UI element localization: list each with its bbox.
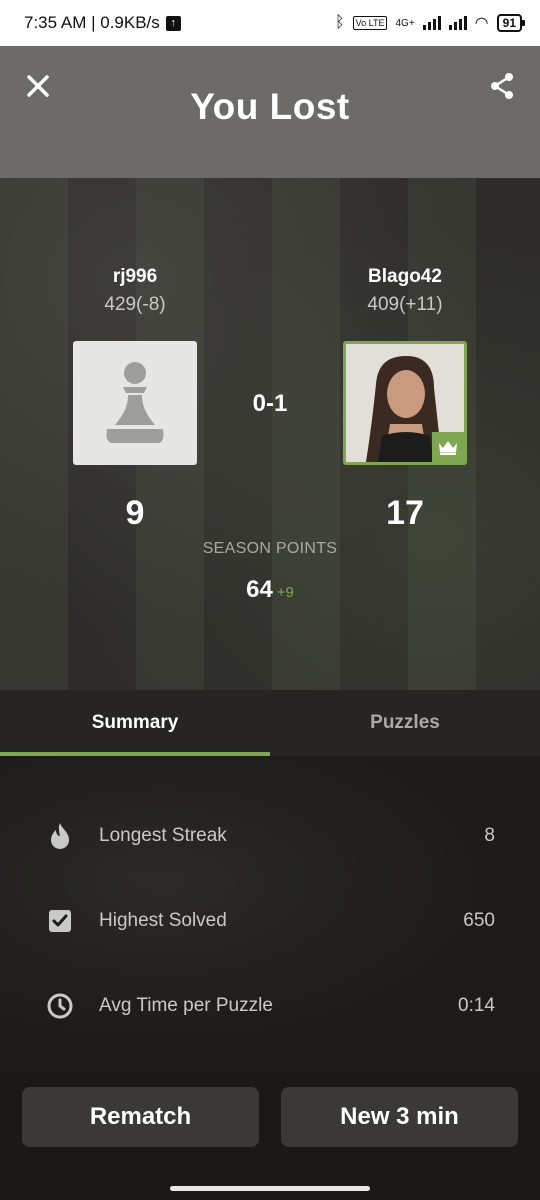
new-game-button[interactable]: New 3 min: [281, 1087, 518, 1147]
pawn-icon: [106, 362, 164, 443]
battery-indicator: 91: [496, 14, 526, 32]
player-right-avatar[interactable]: [343, 341, 467, 465]
status-right: ᛒ Vo LTE 4G+ ◠ 91: [335, 13, 526, 33]
player-right: Blago42 409(+11): [305, 266, 505, 316]
tab-puzzles[interactable]: Puzzles: [270, 690, 540, 756]
player-right-season-points: 17: [386, 494, 424, 532]
home-indicator[interactable]: [170, 1186, 370, 1191]
player-right-name: Blago42: [368, 266, 442, 287]
player-left-season-points: 9: [125, 494, 145, 532]
result-panel: rj996 429(-8) Blago42 409(+11) 0-1 9 17 …: [0, 178, 540, 690]
signal-icon-2: [448, 16, 467, 30]
player-left-name: rj996: [112, 266, 158, 287]
status-left: 7:35 AM | 0.9KB/s ↑: [24, 13, 181, 33]
season-points-total: 64 +9: [0, 576, 540, 604]
wifi-icon: ◠: [474, 15, 489, 32]
volte-badge: Vo LTE: [352, 16, 388, 30]
checkbox-icon: [46, 907, 74, 935]
stat-row-highest-solved: Highest Solved 650: [0, 899, 540, 943]
player-right-rating: 409(+11): [367, 294, 443, 315]
summary-stats: Longest Streak 8 Highest Solved 650 Avg …: [0, 756, 540, 1070]
crown-badge: [432, 432, 464, 462]
result-header: You Lost: [0, 46, 540, 178]
stat-value: 8: [484, 825, 495, 846]
flame-icon: [46, 822, 74, 850]
tab-summary[interactable]: Summary: [0, 690, 270, 756]
network-label: 4G+: [395, 17, 415, 29]
stat-label: Longest Streak: [99, 825, 227, 846]
player-left-rating: 429(-8): [104, 294, 166, 315]
season-total-value: 64: [246, 576, 273, 603]
result-tabs: Summary Puzzles: [0, 690, 540, 756]
status-bar: 7:35 AM | 0.9KB/s ↑ ᛒ Vo LTE 4G+ ◠ 91: [0, 0, 540, 46]
rematch-button[interactable]: Rematch: [22, 1087, 259, 1147]
player-left-avatar[interactable]: [73, 341, 197, 465]
clock-icon: [46, 992, 74, 1020]
stat-value: 0:14: [458, 995, 495, 1016]
bluetooth-icon: ᛒ: [335, 14, 345, 31]
upload-icon: ↑: [165, 15, 181, 31]
status-time-speed: 7:35 AM | 0.9KB/s: [24, 13, 160, 32]
stat-row-longest-streak: Longest Streak 8: [0, 814, 540, 858]
share-icon[interactable]: [484, 68, 520, 104]
bottom-actions: Rematch New 3 min: [0, 1070, 540, 1200]
player-left: rj996 429(-8): [35, 266, 235, 316]
season-points-label: SEASON POINTS: [202, 540, 338, 557]
signal-icon: [422, 16, 441, 30]
stat-value: 650: [463, 910, 495, 931]
game-score: 0-1: [252, 390, 288, 417]
page-title: You Lost: [190, 86, 350, 127]
stat-label: Highest Solved: [99, 910, 227, 931]
stat-label: Avg Time per Puzzle: [99, 995, 273, 1016]
season-delta: +9: [276, 584, 294, 601]
crown-icon: [439, 441, 457, 455]
stat-row-avg-time: Avg Time per Puzzle 0:14: [0, 984, 540, 1028]
